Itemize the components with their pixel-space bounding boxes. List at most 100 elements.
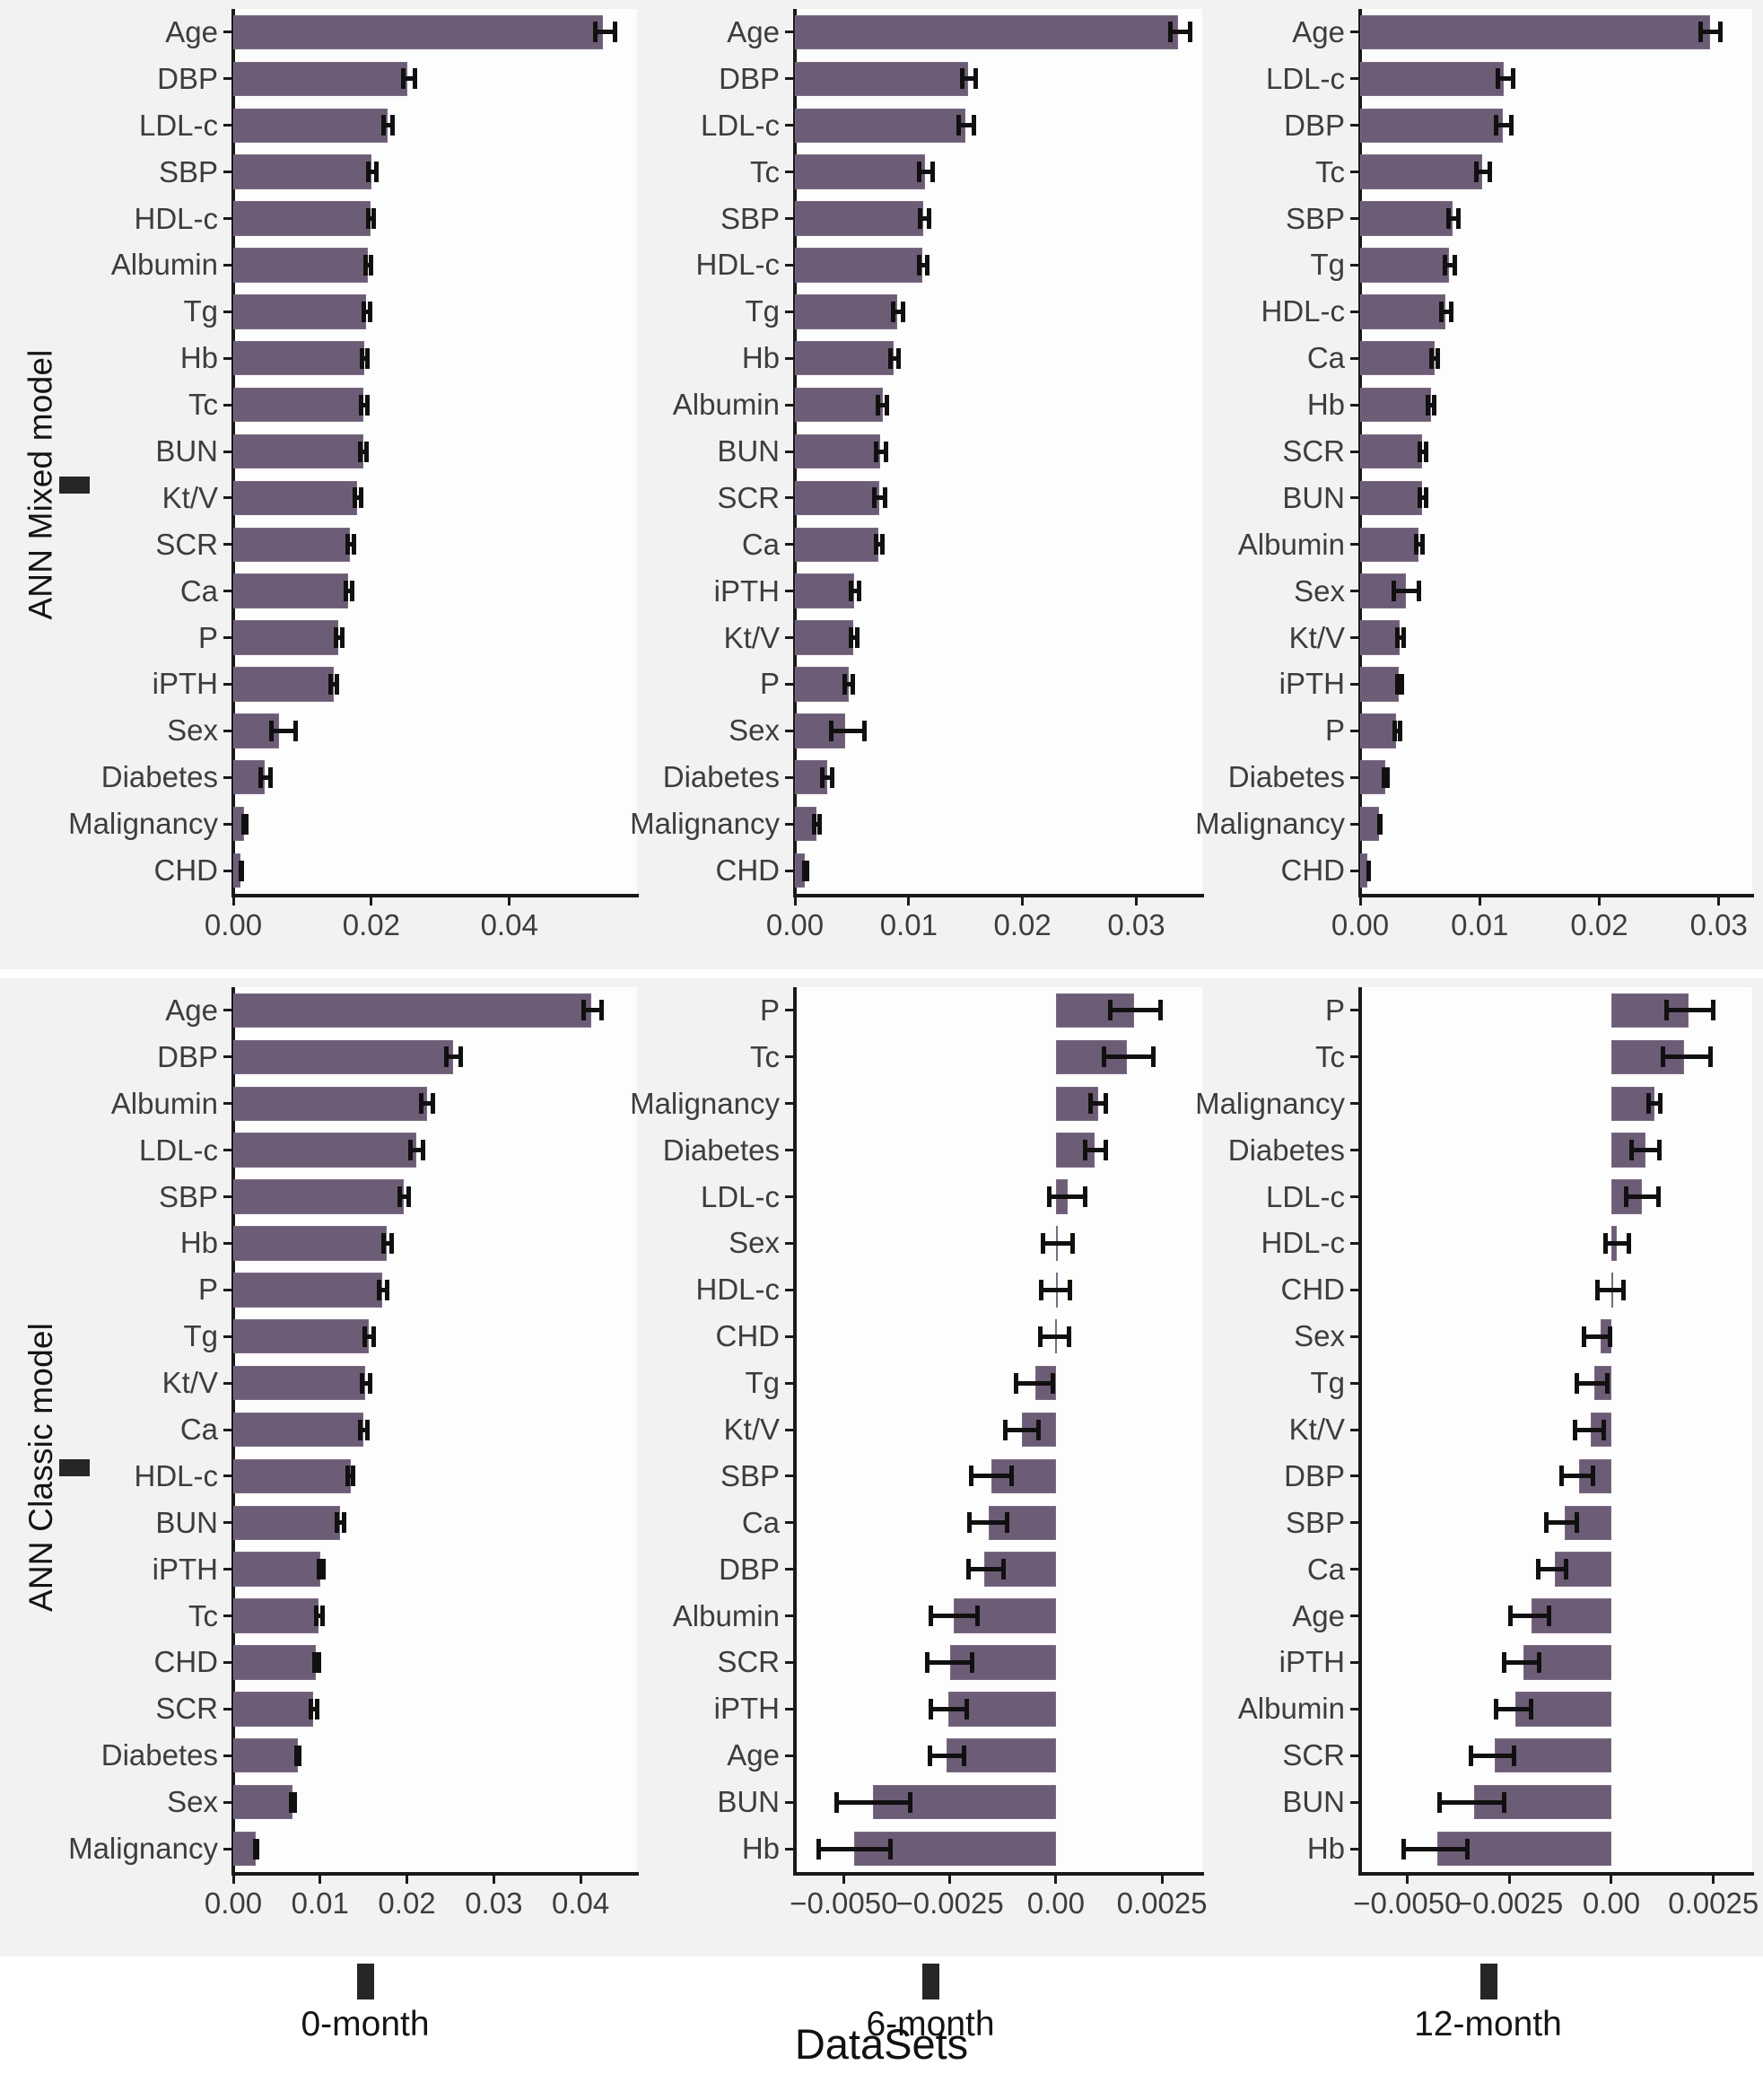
error-bar-line (816, 1846, 893, 1851)
error-bar-cap-right (1432, 394, 1437, 416)
bar (233, 1692, 314, 1727)
y-axis-tick (223, 682, 231, 686)
error-bar-cap-right (1620, 1279, 1626, 1300)
error-bar-cap-right (1000, 1559, 1006, 1580)
error-bar-cap-right (1158, 1000, 1164, 1021)
error-bar-cap-right (883, 441, 888, 462)
error-bar-cap-right (973, 68, 979, 90)
bar (233, 1552, 320, 1587)
y-axis-tick (785, 1474, 793, 1478)
x-axis-tick-label: 0.02 (1570, 908, 1628, 941)
y-axis-tick-label: SBP (158, 154, 218, 188)
panel-mixed-6month: Age DBP LDL-c Tc SBP HDL-c Tg Hb Albumin BUN SCR Ca… (630, 0, 1213, 969)
error-bar-cap-right (901, 301, 905, 322)
error-bar-cap-right (412, 68, 417, 90)
x-axis-tick (231, 1876, 235, 1884)
error-bar-cap-right (1656, 1140, 1662, 1161)
y-axis-tick (223, 1334, 231, 1338)
panel-classic-0month: Age DBP Albumin LDL-c SBP Hb P Tg Kt/V Ca HDL-c BUN… (68, 978, 648, 1956)
error-bar-cap-left (1645, 1093, 1651, 1115)
x-axis-tick-label: 0.00 (1331, 908, 1390, 941)
y-axis-tick-label: Albumin (1237, 1692, 1345, 1726)
error-bar-cap-left (1535, 1559, 1540, 1580)
y-axis-tick (223, 1381, 231, 1385)
y-axis-tick-label: Sex (729, 1226, 780, 1260)
error-bar-line (1047, 1194, 1088, 1200)
x-axis-line (793, 1872, 1204, 1876)
row-strip-label-classic: ANN Classic model (22, 1322, 59, 1613)
y-axis-tick-label: DBP (157, 1039, 218, 1073)
y-axis-tick (1350, 1195, 1358, 1199)
y-axis-tick (785, 543, 793, 547)
y-axis-tick (785, 403, 793, 407)
y-axis-tick (1350, 1660, 1358, 1664)
y-axis-tick-label: DBP (719, 61, 780, 95)
error-bar-cap-right (961, 1745, 966, 1766)
error-bar-cap-left (333, 627, 338, 649)
y-axis-tick (223, 636, 231, 640)
bar (233, 201, 371, 236)
y-axis-tick (785, 1288, 793, 1291)
y-axis-tick-label: Kt/V (723, 620, 780, 654)
bar (1360, 14, 1711, 50)
y-axis-tick (785, 590, 793, 593)
bar (233, 1598, 319, 1633)
error-bar-cap-left (258, 766, 264, 788)
y-axis-tick-label: Kt/V (161, 1366, 218, 1400)
error-bar-cap-left (360, 1372, 365, 1394)
y-axis-tick-label: Age (727, 1738, 780, 1772)
error-bar-cap-left (927, 1745, 932, 1766)
y-axis-tick-label: Hb (741, 341, 780, 375)
y-axis-tick (1350, 217, 1358, 221)
y-axis-tick-label: P (1324, 993, 1345, 1027)
dataset-strip-swatch (357, 1964, 374, 1999)
y-axis-tick-label: Kt/V (723, 1413, 780, 1446)
y-axis-tick-label: Hb (1306, 388, 1345, 422)
y-axis-tick-label: Tc (750, 154, 780, 188)
error-bar-cap-right (406, 1186, 412, 1208)
y-axis-tick-label: LDL-c (700, 108, 780, 142)
y-axis-tick-label: LDL-c (1265, 1179, 1345, 1213)
y-axis-tick-label: DBP (1284, 108, 1345, 142)
x-axis-tick-label: 0.00 (204, 908, 263, 941)
bar (233, 1319, 369, 1354)
error-bar-cap-left (1661, 1046, 1666, 1068)
error-bar-cap-left (1574, 1372, 1579, 1394)
error-bar-cap-right (1546, 1606, 1551, 1627)
y-axis-tick (1350, 1754, 1358, 1757)
error-bar-cap-left (314, 1606, 319, 1627)
y-axis-tick-label: CHD (1280, 1273, 1346, 1307)
y-axis-tick (1350, 1474, 1358, 1478)
x-axis-tick-label: 0.00 (204, 1886, 263, 1920)
error-bar-cap-left (328, 673, 334, 695)
bar (233, 667, 334, 702)
error-bar-cap-left (345, 1466, 350, 1487)
error-bar-cap-right (1508, 115, 1514, 136)
x-axis-tick (1358, 897, 1362, 906)
error-bar-line (833, 1799, 912, 1805)
x-axis-tick-label: 0.03 (1689, 908, 1748, 941)
error-bar-line (1664, 1008, 1716, 1013)
error-bar-line (969, 1474, 1014, 1479)
x-axis-tick (907, 897, 911, 906)
error-bar-cap-right (974, 1606, 980, 1627)
y-axis-tick (1350, 356, 1358, 360)
y-axis-tick (1350, 636, 1358, 640)
y-axis-tick-label: BUN (1282, 480, 1345, 514)
error-bar-cap-right (1590, 1466, 1595, 1487)
y-axis-tick (785, 1568, 793, 1571)
y-axis-tick-label: SBP (1285, 201, 1345, 235)
error-bar-cap-right (927, 208, 932, 230)
y-axis-tick-label: Sex (1294, 573, 1345, 608)
y-axis-tick (1350, 1707, 1358, 1711)
error-bar-cap-left (376, 1279, 381, 1300)
error-bar-cap-right (320, 1559, 326, 1580)
x-axis-tick-label: 0.01 (291, 1886, 349, 1920)
y-axis-tick (223, 1521, 231, 1525)
y-axis-tick (785, 1195, 793, 1199)
error-bar-cap-right (1717, 22, 1723, 43)
error-bar-cap-right (1512, 1745, 1517, 1766)
x-axis-line (1358, 894, 1754, 897)
y-axis-tick-label: Sex (1294, 1319, 1345, 1353)
y-axis-tick (785, 636, 793, 640)
